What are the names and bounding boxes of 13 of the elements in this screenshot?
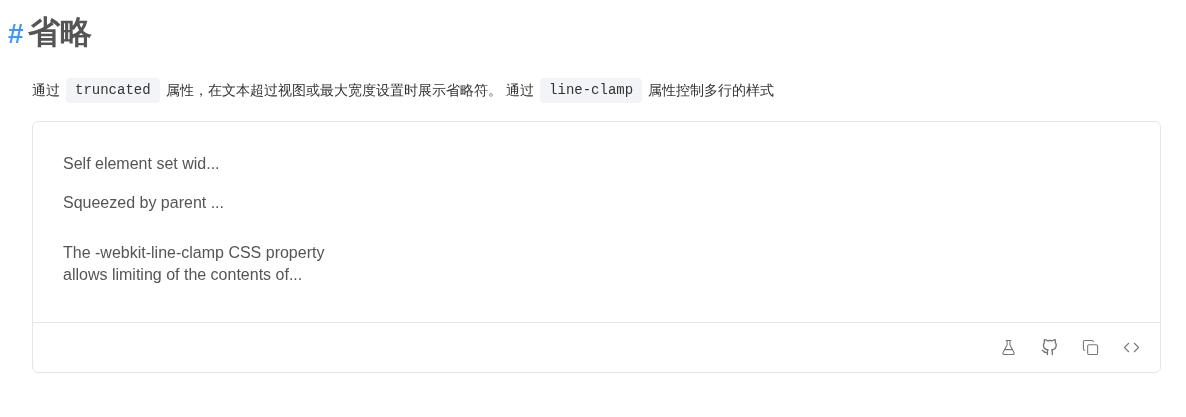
- description-text: 通过: [32, 81, 60, 100]
- clamped-paragraph: The -webkit-line-clamp CSS property allows limiting of the contents of...: [63, 243, 325, 285]
- description-text: 属性控制多行的样式: [648, 81, 775, 100]
- github-icon[interactable]: [1041, 339, 1058, 356]
- flask-icon[interactable]: [1000, 339, 1017, 356]
- page-title: 省略: [27, 12, 92, 53]
- code-snippet: truncated: [66, 78, 160, 103]
- truncated-text: Squeezed by parent ...: [63, 193, 224, 213]
- code-snippet: line-clamp: [540, 78, 643, 103]
- anchor-link[interactable]: #: [8, 13, 24, 55]
- description-text: 属性，在文本超过视图或最大宽度设置时展示省略符。 通过: [165, 81, 535, 100]
- copy-icon[interactable]: [1082, 339, 1099, 356]
- truncated-text: Self element set wid...: [63, 154, 220, 174]
